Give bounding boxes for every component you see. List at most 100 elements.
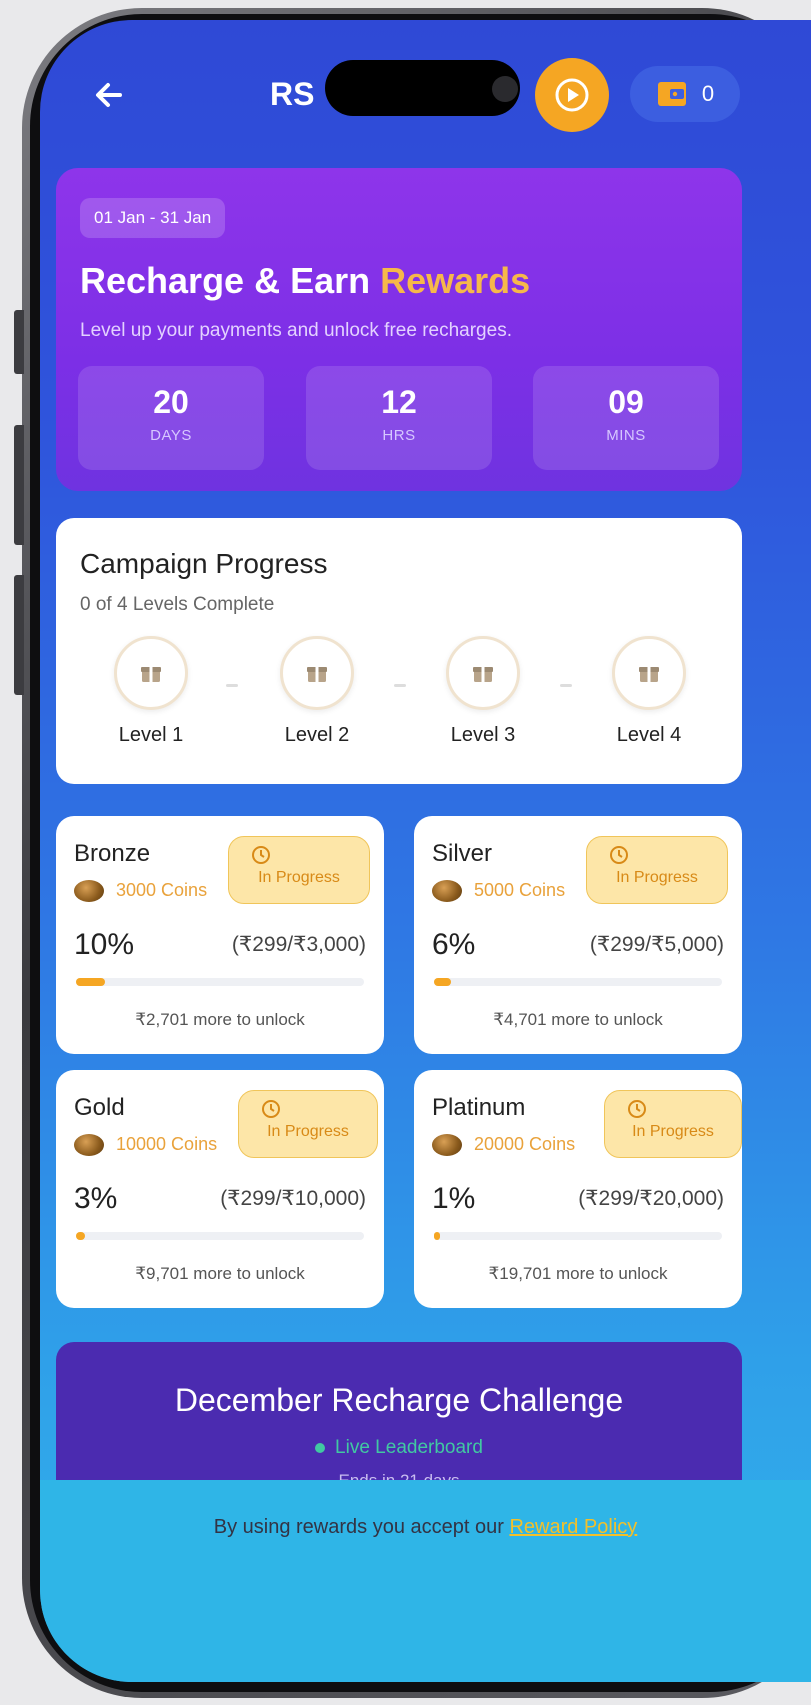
level-badge — [612, 636, 686, 710]
tier-coins: 3000 Coins — [116, 880, 208, 900]
campaign-progress-card: Campaign Progress 0 of 4 Levels Complete… — [56, 518, 742, 784]
status-badge: In Progress — [228, 836, 370, 904]
level-4[interactable]: Level 4 — [584, 636, 714, 747]
unlock-text: ₹2,701 more to unlock — [135, 1010, 305, 1029]
coin-icon — [432, 880, 462, 902]
footer-text: By using rewards you accept our Reward P… — [40, 1516, 811, 1539]
clock-icon — [628, 1100, 646, 1118]
tier-coins: 10000 Coins — [116, 1134, 218, 1154]
level-label: Level 4 — [616, 724, 682, 746]
progress-bar — [76, 978, 364, 986]
clock-icon — [262, 1100, 280, 1118]
progress-fill — [434, 1232, 440, 1240]
gift-icon — [307, 667, 327, 682]
level-2[interactable]: Level 2 — [252, 636, 382, 747]
hero-subtitle: Level up your payments and unlock free r… — [80, 320, 512, 341]
gift-icon — [639, 667, 659, 682]
countdown-value: 12 — [381, 384, 417, 420]
date-range-pill: 01 Jan - 31 Jan — [80, 198, 226, 238]
progress-fill — [434, 978, 452, 986]
wallet-icon — [657, 82, 686, 106]
level-connector — [226, 684, 238, 687]
campaign-progress-subtitle: 0 of 4 Levels Complete — [80, 594, 275, 615]
countdown-minutes: 09 MINS — [533, 366, 719, 470]
challenge-title: December Recharge Challenge — [174, 1382, 624, 1418]
progress-bar — [434, 1232, 722, 1240]
tier-card-platinum[interactable]: Platinum 20000 Coins In Progress 1% (₹29… — [414, 1070, 742, 1308]
tier-name: Bronze — [74, 840, 151, 867]
progress-bar — [76, 1232, 364, 1240]
level-label: Level 1 — [118, 724, 184, 746]
arrow-left-icon — [96, 83, 122, 107]
page-title: RS — [270, 76, 315, 112]
progress-fill — [76, 1232, 85, 1240]
gift-icon — [141, 667, 161, 682]
level-label: Level 3 — [450, 724, 516, 746]
coin-icon — [432, 1134, 462, 1156]
level-connector — [560, 684, 572, 687]
tier-coins: 20000 Coins — [474, 1134, 576, 1154]
tier-ratio: (₹299/₹10,000) — [220, 1187, 366, 1210]
side-button — [14, 425, 24, 545]
tier-coins: 5000 Coins — [474, 880, 566, 900]
tier-ratio: (₹299/₹3,000) — [231, 933, 366, 956]
unlock-text: ₹4,701 more to unlock — [493, 1010, 663, 1029]
live-label: Live Leaderboard — [335, 1437, 483, 1458]
back-button[interactable] — [86, 70, 136, 120]
coin-icon — [74, 1134, 104, 1156]
level-badge — [280, 636, 354, 710]
level-label: Level 2 — [284, 724, 350, 746]
progress-fill — [76, 978, 105, 986]
tier-card-bronze[interactable]: Bronze 3000 Coins In Progress 10% (₹299/… — [56, 816, 384, 1054]
app-screen: RS 0 01 Jan - 31 Jan Recharge & Earn Rew… — [40, 20, 811, 1682]
status-text: In Progress — [632, 1123, 714, 1140]
dynamic-island — [325, 60, 520, 116]
countdown-value: 20 — [153, 384, 189, 420]
tier-percent: 10% — [74, 928, 135, 961]
live-leaderboard: Live Leaderboard — [56, 1437, 742, 1459]
tier-name: Platinum — [432, 1094, 526, 1121]
level-1[interactable]: Level 1 — [86, 636, 216, 747]
side-button — [14, 310, 24, 374]
clock-icon — [252, 846, 270, 864]
hero-title-accent: Rewards — [380, 260, 531, 301]
status-badge: In Progress — [604, 1090, 742, 1158]
progress-bar — [434, 978, 722, 986]
footer-prefix: By using rewards you accept our — [213, 1516, 510, 1538]
gift-icon — [473, 667, 493, 682]
status-text: In Progress — [616, 869, 698, 886]
coin-icon — [74, 880, 104, 902]
level-badge — [446, 636, 520, 710]
camera-dot — [492, 76, 518, 102]
level-connector — [394, 684, 406, 687]
countdown-label: DAYS — [150, 427, 192, 444]
rewards-play-button[interactable] — [535, 58, 609, 132]
clock-icon — [610, 846, 628, 864]
status-text: In Progress — [267, 1123, 349, 1140]
wallet-count: 0 — [701, 81, 715, 106]
status-text: In Progress — [258, 869, 340, 886]
tier-ratio: (₹299/₹5,000) — [589, 933, 724, 956]
status-badge: In Progress — [238, 1090, 378, 1158]
tier-percent: 1% — [432, 1182, 476, 1215]
tier-name: Silver — [432, 840, 493, 867]
footer-bar: By using rewards you accept our Reward P… — [40, 1480, 811, 1682]
countdown-days: 20 DAYS — [78, 366, 264, 470]
tier-card-gold[interactable]: Gold 10000 Coins In Progress 3% (₹299/₹1… — [56, 1070, 384, 1308]
unlock-text: ₹9,701 more to unlock — [135, 1264, 305, 1283]
status-badge: In Progress — [586, 836, 728, 904]
level-3[interactable]: Level 3 — [418, 636, 548, 747]
countdown-label: HRS — [382, 427, 416, 444]
countdown-hours: 12 HRS — [306, 366, 492, 470]
hero-title: Recharge & Earn Rewards — [80, 260, 530, 302]
tier-ratio: (₹299/₹20,000) — [578, 1187, 724, 1210]
reward-policy-link[interactable]: Reward Policy — [509, 1516, 637, 1538]
unlock-text: ₹19,701 more to unlock — [488, 1264, 668, 1283]
wallet-chip[interactable]: 0 — [630, 66, 740, 122]
tier-name: Gold — [74, 1094, 125, 1121]
tier-percent: 3% — [74, 1182, 118, 1215]
tier-card-silver[interactable]: Silver 5000 Coins In Progress 6% (₹299/₹… — [414, 816, 742, 1054]
play-circle-icon — [555, 78, 589, 112]
level-badge — [114, 636, 188, 710]
live-dot-icon — [315, 1442, 326, 1453]
